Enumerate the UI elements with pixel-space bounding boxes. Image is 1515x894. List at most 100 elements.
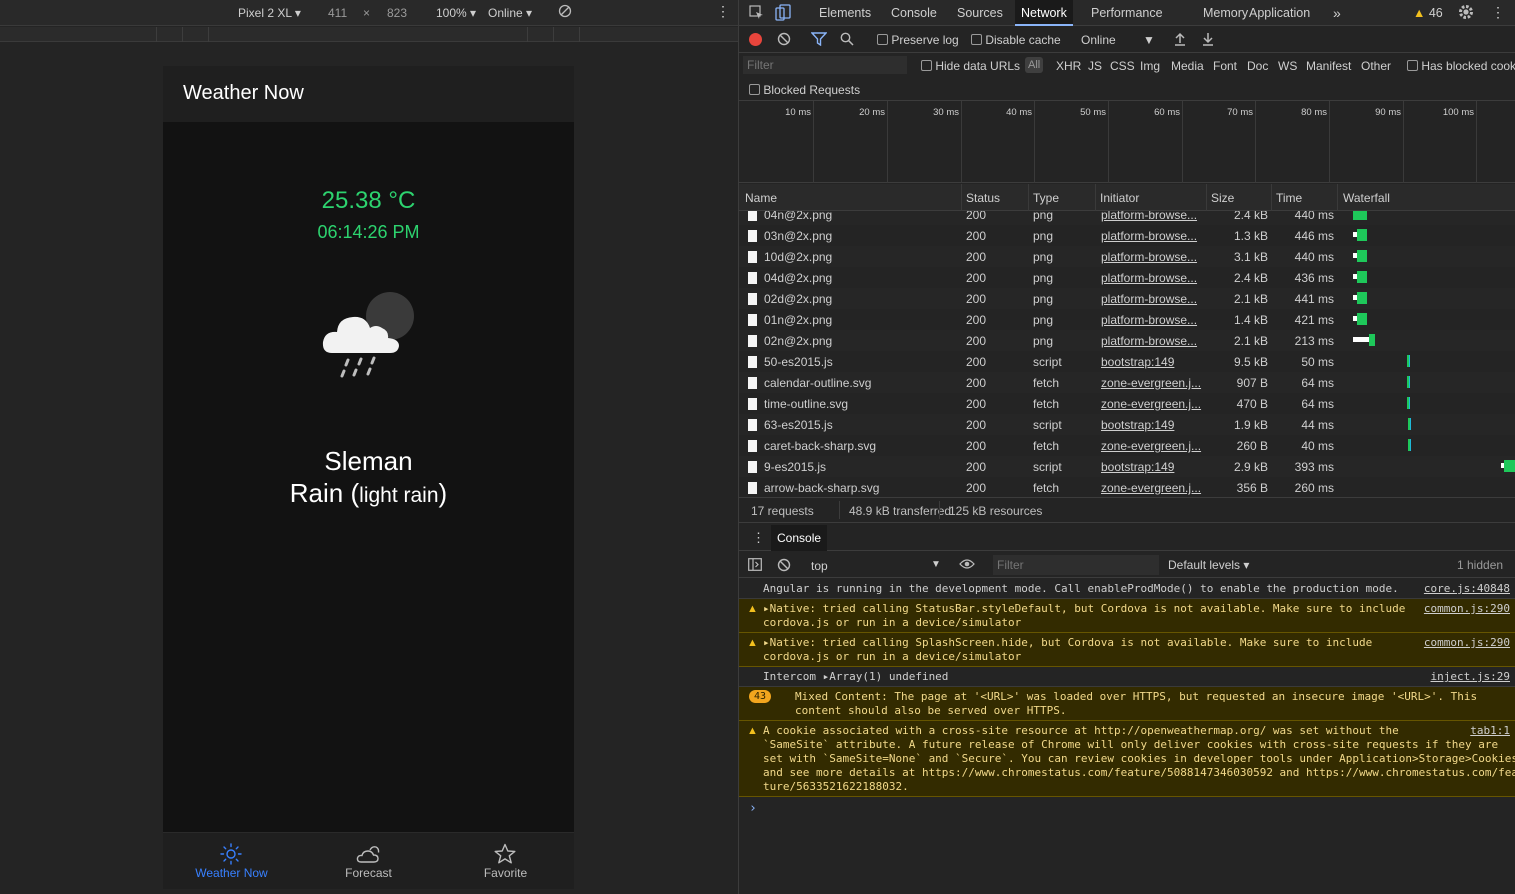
- request-row[interactable]: 04d@2x.png 200 png platform-browse... 2.4 kB…: [739, 267, 1515, 288]
- type-filter-img[interactable]: Img: [1140, 59, 1160, 73]
- request-row[interactable]: arrow-back-sharp.svg 200 fetch zone-evergre…: [739, 477, 1515, 496]
- console-source-link[interactable]: core.js:40848: [1424, 582, 1510, 596]
- column-name[interactable]: Name: [745, 191, 777, 205]
- console-warning[interactable]: ▲ A cookie associated with a cross-site r…: [739, 721, 1515, 797]
- type-filter-font[interactable]: Font: [1213, 59, 1237, 73]
- request-row[interactable]: 02n@2x.png 200 png platform-browse... 2.1 kB…: [739, 330, 1515, 351]
- record-icon[interactable]: [749, 33, 762, 46]
- console-source-link[interactable]: inject.js:29: [1431, 670, 1510, 684]
- console-source-link[interactable]: tab1:1: [1470, 724, 1510, 738]
- tab-weather-now[interactable]: Weather Now: [163, 833, 300, 890]
- throttle-select[interactable]: Online ▾: [488, 6, 532, 20]
- tab-console[interactable]: Console: [885, 0, 943, 26]
- column-type[interactable]: Type: [1033, 191, 1059, 205]
- type-filter-xhr[interactable]: XHR: [1056, 59, 1081, 73]
- tab-sources[interactable]: Sources: [951, 0, 1009, 26]
- column-status[interactable]: Status: [966, 191, 1000, 205]
- rotate-icon[interactable]: [558, 4, 572, 21]
- type-filter-manifest[interactable]: Manifest: [1306, 59, 1351, 73]
- clear-icon[interactable]: [777, 32, 791, 49]
- request-initiator[interactable]: bootstrap:149: [1101, 460, 1174, 474]
- column-initiator[interactable]: Initiator: [1100, 191, 1139, 205]
- export-har-icon[interactable]: [1201, 31, 1215, 50]
- request-initiator[interactable]: bootstrap:149: [1101, 418, 1174, 432]
- console-clear-icon[interactable]: [777, 558, 791, 575]
- console-message[interactable]: Angular is running in the development mo…: [739, 579, 1515, 599]
- console-warning[interactable]: ▲ ▸Native: tried calling StatusBar.styleD…: [739, 599, 1515, 633]
- type-filter-ws[interactable]: WS: [1278, 59, 1297, 73]
- hide-data-urls-checkbox[interactable]: Hide data URLs: [921, 59, 1020, 73]
- console-prompt[interactable]: ›: [749, 801, 757, 816]
- import-har-icon[interactable]: [1173, 31, 1187, 50]
- request-row[interactable]: caret-back-sharp.svg 200 fetch zone-evergre…: [739, 435, 1515, 456]
- disable-cache-checkbox[interactable]: Disable cache: [971, 33, 1061, 47]
- request-initiator[interactable]: platform-browse...: [1101, 250, 1197, 264]
- request-initiator[interactable]: zone-evergreen.j...: [1101, 439, 1201, 453]
- request-initiator[interactable]: zone-evergreen.j...: [1101, 397, 1201, 411]
- request-row[interactable]: calendar-outline.svg 200 fetch zone-evergre…: [739, 372, 1515, 393]
- request-initiator[interactable]: platform-browse...: [1101, 313, 1197, 327]
- type-filter-all[interactable]: All: [1025, 57, 1044, 73]
- console-warning[interactable]: 43 Mixed Content: The page at '<URL>' was…: [739, 687, 1515, 721]
- tab-forecast[interactable]: Forecast: [300, 833, 437, 890]
- request-initiator[interactable]: bootstrap:149: [1101, 355, 1174, 369]
- width-field[interactable]: 411: [328, 6, 347, 20]
- height-field[interactable]: 823: [387, 6, 407, 20]
- network-filter-input[interactable]: [743, 56, 907, 74]
- request-row[interactable]: 63-es2015.js 200 script bootstrap:149 1.9 kB…: [739, 414, 1515, 435]
- column-size[interactable]: Size: [1211, 191, 1234, 205]
- settings-gear-icon[interactable]: [1458, 4, 1474, 23]
- type-filter-other[interactable]: Other: [1361, 59, 1391, 73]
- type-filter-media[interactable]: Media: [1171, 59, 1204, 73]
- request-initiator[interactable]: platform-browse...: [1101, 211, 1197, 222]
- console-source-link[interactable]: common.js:290: [1424, 602, 1510, 616]
- request-row[interactable]: 10d@2x.png 200 png platform-browse... 3.1 kB…: [739, 246, 1515, 267]
- default-levels-select[interactable]: Default levels ▾: [1168, 558, 1249, 572]
- console-sidebar-icon[interactable]: [748, 558, 762, 574]
- request-initiator[interactable]: platform-browse...: [1101, 229, 1197, 243]
- has-blocked-cookies-checkbox[interactable]: Has blocked cook: [1407, 59, 1515, 73]
- console-source-link[interactable]: common.js:290: [1424, 636, 1510, 650]
- request-initiator[interactable]: platform-browse...: [1101, 334, 1197, 348]
- device-select[interactable]: Pixel 2 XL ▾: [238, 6, 301, 20]
- type-filter-css[interactable]: CSS: [1110, 59, 1135, 73]
- tab-network[interactable]: Network: [1015, 0, 1073, 26]
- type-filter-doc[interactable]: Doc: [1247, 59, 1268, 73]
- live-expression-eye-icon[interactable]: [959, 558, 975, 573]
- drawer-tab-console[interactable]: Console: [771, 525, 828, 551]
- request-row[interactable]: 04n@2x.png 200 png platform-browse... 2.4 kB…: [739, 211, 1515, 225]
- zoom-select[interactable]: 100% ▾: [436, 6, 476, 20]
- more-tabs-button[interactable]: »: [1327, 0, 1347, 26]
- context-select[interactable]: top ▼: [805, 555, 945, 575]
- request-initiator[interactable]: platform-browse...: [1101, 271, 1197, 285]
- type-filter-js[interactable]: JS: [1088, 59, 1102, 73]
- tab-application[interactable]: Application: [1243, 0, 1316, 26]
- request-row[interactable]: 03n@2x.png 200 png platform-browse... 1.3 kB…: [739, 225, 1515, 246]
- tab-performance[interactable]: Performance: [1085, 0, 1169, 26]
- network-throttle-select[interactable]: Online ▼: [1081, 33, 1155, 47]
- column-time[interactable]: Time: [1276, 191, 1302, 205]
- device-toolbar-toggle-icon[interactable]: [775, 4, 791, 24]
- request-initiator[interactable]: zone-evergreen.j...: [1101, 376, 1201, 390]
- devtools-menu-icon[interactable]: ⋮: [1491, 4, 1505, 21]
- inspect-element-icon[interactable]: [749, 5, 764, 23]
- column-waterfall[interactable]: Waterfall: [1343, 191, 1390, 205]
- request-row[interactable]: 9-es2015.js 200 script bootstrap:149 2.9 kB 3…: [739, 456, 1515, 477]
- search-icon[interactable]: [840, 32, 854, 49]
- preserve-log-checkbox[interactable]: Preserve log: [877, 33, 959, 47]
- request-initiator[interactable]: platform-browse...: [1101, 292, 1197, 306]
- request-row[interactable]: 02d@2x.png 200 png platform-browse... 2.1 kB…: [739, 288, 1515, 309]
- tab-elements[interactable]: Elements: [813, 0, 877, 26]
- request-row[interactable]: time-outline.svg 200 fetch zone-evergreen.j…: [739, 393, 1515, 414]
- request-row[interactable]: 50-es2015.js 200 script bootstrap:149 9.5 kB…: [739, 351, 1515, 372]
- tab-favorite[interactable]: Favorite: [437, 833, 574, 890]
- warnings-counter[interactable]: ▲ 46: [1413, 6, 1443, 20]
- console-message[interactable]: Intercom ▸Array(1) undefined inject.js:29: [739, 667, 1515, 687]
- drawer-menu-icon[interactable]: ⋮: [752, 530, 765, 546]
- blocked-requests-checkbox[interactable]: Blocked Requests: [749, 83, 860, 97]
- console-filter-input[interactable]: [993, 555, 1159, 575]
- request-initiator[interactable]: zone-evergreen.j...: [1101, 481, 1201, 495]
- more-options-icon[interactable]: ⋮: [716, 3, 730, 20]
- console-warning[interactable]: ▲ ▸Native: tried calling SplashScreen.hid…: [739, 633, 1515, 667]
- filter-icon[interactable]: [810, 32, 828, 49]
